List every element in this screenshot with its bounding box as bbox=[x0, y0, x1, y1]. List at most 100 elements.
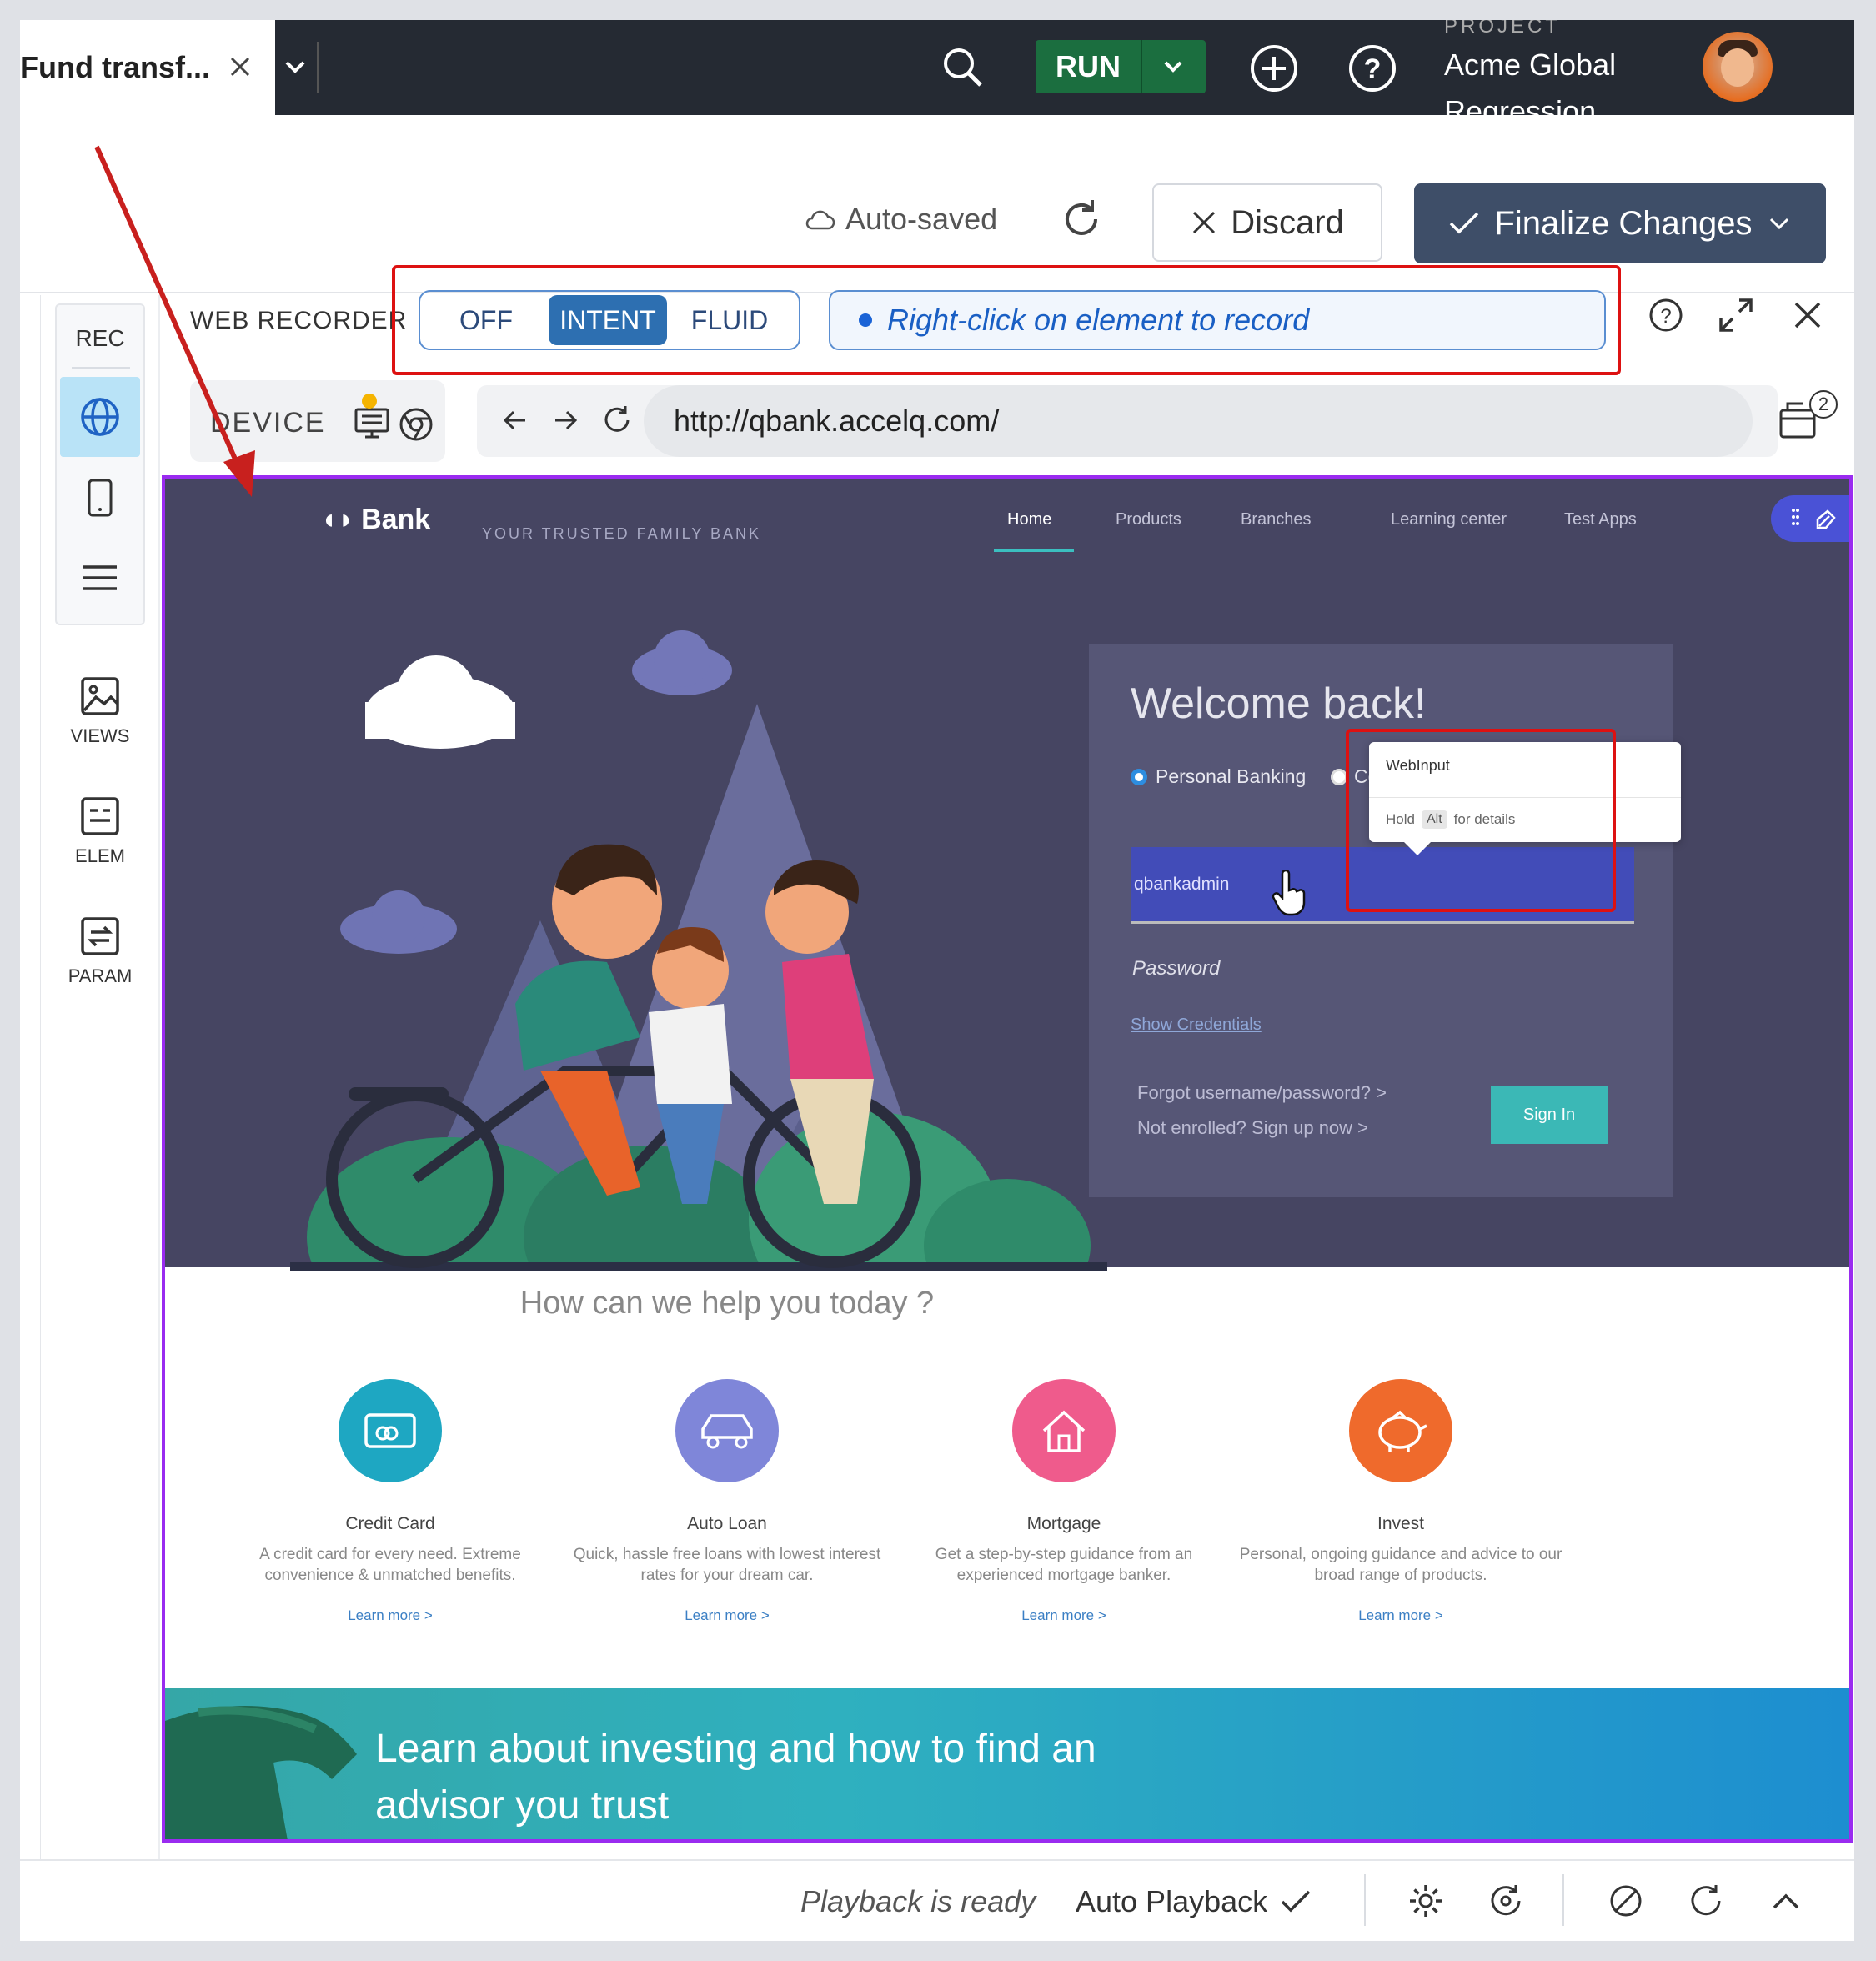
replay-settings-icon[interactable] bbox=[1487, 1883, 1524, 1919]
learn-more-link[interactable]: Learn more > bbox=[1234, 1607, 1568, 1624]
app-window: Fund transf... RUN ? PROJECT Acme Global… bbox=[20, 20, 1854, 1941]
password-input[interactable]: Password bbox=[1132, 957, 1220, 981]
hand-cursor-icon bbox=[1271, 870, 1309, 917]
site-nav-products[interactable]: Products bbox=[1116, 510, 1181, 529]
mobile-icon bbox=[88, 479, 113, 517]
learn-more-link[interactable]: Learn more > bbox=[560, 1607, 894, 1624]
project-label: PROJECT bbox=[1444, 20, 1562, 38]
hand-illustration bbox=[165, 1706, 357, 1839]
finalize-changes-button[interactable]: Finalize Changes bbox=[1414, 183, 1826, 263]
menu-button[interactable] bbox=[60, 540, 140, 615]
piggy-bank-icon[interactable] bbox=[1349, 1379, 1452, 1482]
views-nav-item[interactable]: VIEWS bbox=[57, 675, 143, 747]
radio-icon bbox=[1331, 768, 1347, 785]
search-icon[interactable] bbox=[941, 45, 986, 90]
disable-icon[interactable] bbox=[1608, 1883, 1644, 1919]
redo-icon[interactable] bbox=[1688, 1883, 1724, 1919]
service-title: Credit Card bbox=[345, 1514, 435, 1533]
swap-icon bbox=[81, 917, 119, 955]
help-heading: How can we help you today ? bbox=[519, 1286, 935, 1321]
service-mortgage[interactable]: Mortgage Get a step-by-step guidance fro… bbox=[897, 1379, 1231, 1624]
param-nav-item[interactable]: PARAM bbox=[57, 915, 143, 987]
web-mode-button[interactable] bbox=[60, 377, 140, 457]
arrow-left-icon[interactable] bbox=[499, 404, 532, 437]
avatar[interactable] bbox=[1703, 32, 1773, 102]
check-icon bbox=[1450, 212, 1479, 234]
site-nav-branches[interactable]: Branches bbox=[1241, 510, 1312, 529]
active-tab-indicator bbox=[994, 549, 1074, 552]
autosave-status: Auto-saved bbox=[804, 202, 997, 237]
hamburger-icon bbox=[83, 565, 117, 590]
forgot-password-link[interactable]: Forgot username/password? > bbox=[1137, 1082, 1387, 1104]
service-invest[interactable]: Invest Personal, ongoing guidance and ad… bbox=[1234, 1379, 1568, 1624]
project-name[interactable]: Acme Global Regression bbox=[1444, 42, 1644, 115]
url-input[interactable]: http://qbank.accelq.com/ bbox=[644, 385, 1753, 457]
rec-label: REC bbox=[75, 325, 125, 351]
autosave-text: Auto-saved bbox=[845, 202, 998, 236]
help-circle-icon[interactable]: ? bbox=[1347, 43, 1397, 93]
browser-viewport[interactable]: ◖◗ Bank YOUR TRUSTED FAMILY BANK Home Pr… bbox=[162, 475, 1853, 1843]
site-nav-home[interactable]: Home bbox=[1007, 510, 1051, 529]
run-dropdown[interactable] bbox=[1142, 40, 1204, 93]
views-label: VIEWS bbox=[70, 725, 130, 746]
highlight-box bbox=[1346, 729, 1616, 912]
chevron-down-icon[interactable] bbox=[280, 52, 310, 82]
recorder-widget[interactable] bbox=[1771, 495, 1849, 542]
service-title: Mortgage bbox=[1026, 1514, 1101, 1533]
credit-card-icon[interactable] bbox=[339, 1379, 442, 1482]
enroll-link[interactable]: Not enrolled? Sign up now > bbox=[1137, 1117, 1368, 1139]
login-card: Welcome back! Personal Banking Co qbanka… bbox=[1089, 644, 1673, 1197]
run-button[interactable]: RUN bbox=[1036, 40, 1142, 93]
add-circle-icon[interactable] bbox=[1249, 43, 1299, 93]
close-icon[interactable] bbox=[225, 52, 255, 82]
image-icon bbox=[81, 677, 119, 715]
chevron-down-icon[interactable] bbox=[1766, 210, 1793, 237]
service-credit-card[interactable]: Credit Card A credit card for every need… bbox=[223, 1379, 557, 1624]
site-nav-test-apps[interactable]: Test Apps bbox=[1564, 510, 1637, 529]
service-desc: A credit card for every need. Extreme co… bbox=[259, 1546, 521, 1584]
chrome-icon[interactable] bbox=[399, 407, 434, 442]
learn-more-link[interactable]: Learn more > bbox=[897, 1607, 1231, 1624]
finalize-label: Finalize Changes bbox=[1494, 204, 1753, 242]
elem-nav-item[interactable]: ELEM bbox=[57, 795, 143, 867]
tab-title: Fund transf... bbox=[20, 50, 210, 84]
reload-icon[interactable] bbox=[600, 404, 634, 437]
mobile-mode-button[interactable] bbox=[60, 460, 140, 535]
device-selector[interactable]: DEVICE bbox=[190, 380, 445, 462]
refresh-icon[interactable] bbox=[1059, 197, 1104, 242]
arrow-right-icon[interactable] bbox=[549, 404, 582, 437]
elem-label: ELEM bbox=[75, 845, 125, 866]
show-credentials-link[interactable]: Show Credentials bbox=[1131, 1016, 1262, 1035]
learn-more-link[interactable]: Learn more > bbox=[223, 1607, 557, 1624]
gear-icon[interactable] bbox=[1407, 1883, 1444, 1919]
sign-in-button[interactable]: Sign In bbox=[1491, 1086, 1608, 1144]
highlight-box bbox=[392, 265, 1621, 375]
notification-dot bbox=[362, 394, 377, 409]
recorder-sidenav: REC bbox=[55, 303, 145, 625]
house-icon[interactable] bbox=[1012, 1379, 1116, 1482]
discard-button[interactable]: Discard bbox=[1152, 183, 1382, 262]
magic-wand-icon[interactable] bbox=[1814, 506, 1839, 531]
car-icon[interactable] bbox=[675, 1379, 779, 1482]
service-auto-loan[interactable]: Auto Loan Quick, hassle free loans with … bbox=[560, 1379, 894, 1624]
help-circle-icon[interactable]: ? bbox=[1648, 297, 1684, 334]
expand-icon[interactable] bbox=[1718, 297, 1754, 334]
drag-handle-icon[interactable] bbox=[1791, 507, 1799, 530]
chevron-up-icon[interactable] bbox=[1768, 1883, 1804, 1919]
site-nav-learning[interactable]: Learning center bbox=[1391, 510, 1507, 529]
divider bbox=[72, 367, 130, 369]
divider bbox=[1364, 1874, 1366, 1926]
radio-selected-icon bbox=[1131, 768, 1147, 785]
banner-heading: Learn about investing and how to find an… bbox=[375, 1727, 1096, 1828]
test-tab[interactable]: Fund transf... bbox=[20, 20, 275, 115]
auto-playback-label: Auto Playback bbox=[1076, 1884, 1268, 1918]
close-icon[interactable] bbox=[1789, 297, 1826, 334]
check-icon bbox=[1281, 1890, 1311, 1913]
auto-playback-toggle[interactable]: Auto Playback bbox=[1076, 1884, 1312, 1919]
personal-banking-radio[interactable]: Personal Banking bbox=[1131, 765, 1306, 788]
address-bar: http://qbank.accelq.com/ bbox=[477, 385, 1778, 457]
desktop-icon[interactable] bbox=[354, 407, 390, 440]
status-bar: Playback is ready Auto Playback bbox=[20, 1859, 1854, 1941]
device-label: DEVICE bbox=[210, 407, 326, 439]
site-hero: ◖◗ Bank YOUR TRUSTED FAMILY BANK Home Pr… bbox=[165, 479, 1849, 1271]
